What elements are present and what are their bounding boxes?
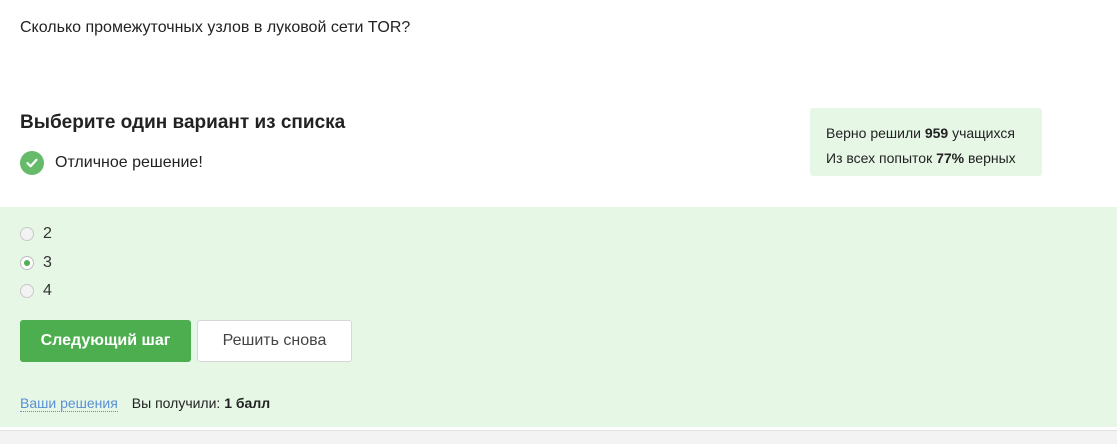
option-2[interactable]: 2	[20, 225, 52, 243]
stats-accuracy-prefix: Из всех попыток	[826, 150, 937, 166]
question-text: Сколько промежуточных узлов в луковой се…	[20, 19, 411, 36]
option-4[interactable]: 4	[20, 282, 52, 300]
score-line: Ваши решения Вы получили: 1 балл	[20, 395, 270, 412]
your-solutions-link[interactable]: Ваши решения	[20, 395, 118, 412]
stats-panel: Верно решили 959 учащихся Из всех попыто…	[810, 108, 1042, 176]
score-prefix: Вы получили:	[131, 395, 225, 411]
option-label: 3	[43, 254, 52, 271]
solve-again-button[interactable]: Решить снова	[197, 320, 352, 362]
check-circle-icon	[20, 151, 44, 175]
option-label: 4	[43, 282, 52, 299]
stats-accuracy-percent: 77%	[936, 150, 965, 166]
option-3[interactable]: 3	[20, 254, 52, 272]
stats-solved-prefix: Верно решили	[826, 125, 925, 141]
task-title: Выберите один вариант из списка	[20, 112, 346, 133]
option-label: 2	[43, 225, 52, 242]
next-step-button[interactable]: Следующий шаг	[20, 320, 191, 362]
bottom-divider	[0, 430, 1117, 444]
score-value: 1 балл	[224, 395, 271, 411]
stats-solved: Верно решили 959 учащихся	[826, 121, 1026, 146]
stats-accuracy: Из всех попыток 77% верных	[826, 146, 1026, 171]
stats-solved-count: 959	[924, 125, 949, 141]
radio-button[interactable]	[20, 284, 34, 298]
feedback-message: Отличное решение!	[20, 151, 203, 175]
radio-button[interactable]	[20, 227, 34, 241]
stats-accuracy-suffix: верных	[964, 150, 1016, 166]
score-text: Вы получили: 1 балл	[132, 395, 270, 411]
stats-solved-suffix: учащихся	[948, 125, 1015, 141]
feedback-text: Отличное решение!	[55, 154, 203, 171]
radio-button-selected[interactable]	[20, 256, 34, 270]
answer-area: 2 3 4 Следующий шаг Решить снова Ваши ре…	[0, 207, 1117, 427]
